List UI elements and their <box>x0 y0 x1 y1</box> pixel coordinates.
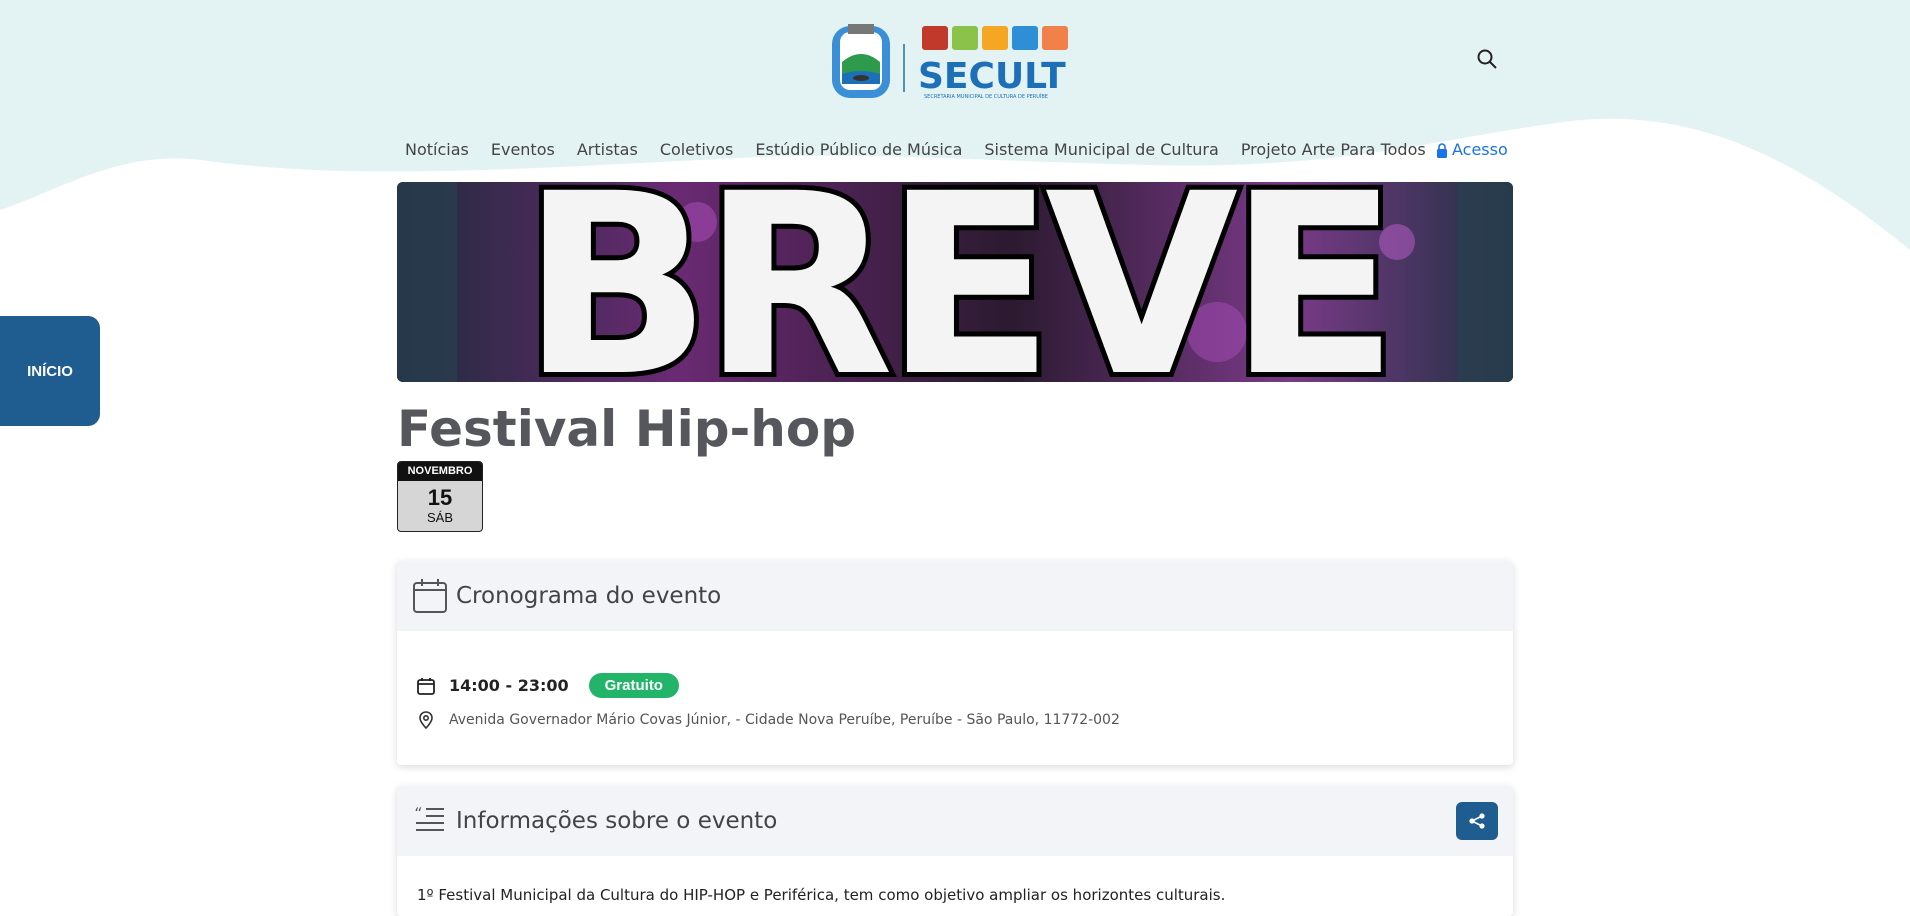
nav-projeto-arte[interactable]: Projeto Arte Para Todos <box>1230 138 1437 162</box>
date-weekday: SÁB <box>426 510 453 525</box>
acesso-label: Acesso <box>1452 140 1508 159</box>
info-heading: Informações sobre o evento <box>456 808 778 834</box>
schedule-address-row: Avenida Governador Mário Covas Júnior, -… <box>417 711 1120 729</box>
event-banner: BREVE <box>397 182 1513 382</box>
search-icon[interactable] <box>1476 48 1498 70</box>
nav-eventos[interactable]: Eventos <box>480 138 566 162</box>
share-icon <box>1469 813 1485 829</box>
svg-text:“: “ <box>414 804 422 823</box>
secult-logo[interactable]: SECULT SECRETARIA MUNICIPAL DE CULTURA D… <box>830 22 1080 106</box>
info-header: “ Informações sobre o evento <box>397 786 1513 856</box>
price-badge: Gratuito <box>588 673 679 698</box>
date-day: 15 <box>427 485 453 510</box>
nav-estudio-publico[interactable]: Estúdio Público de Música <box>744 138 973 162</box>
event-address[interactable]: Avenida Governador Mário Covas Júnior, -… <box>449 712 1120 728</box>
schedule-card: Cronograma do evento 14:00 - 23:00 Gratu… <box>397 561 1513 765</box>
inicio-label: INÍCIO <box>27 362 73 380</box>
info-card: “ Informações sobre o evento 1º Festival… <box>397 786 1513 916</box>
nav-sistema-municipal[interactable]: Sistema Municipal de Cultura <box>973 138 1229 162</box>
schedule-header: Cronograma do evento <box>397 561 1513 631</box>
nav-coletivos[interactable]: Coletivos <box>649 138 745 162</box>
main-nav: Notícias Eventos Artistas Coletivos Estú… <box>397 138 1437 162</box>
crest-icon <box>832 24 890 98</box>
svg-text:BREVE: BREVE <box>521 182 1389 382</box>
inicio-tab[interactable]: INÍCIO <box>0 316 100 426</box>
date-month: NOVEMBRO <box>398 462 482 481</box>
text-quote-icon: “ <box>414 804 444 831</box>
event-time: 14:00 - 23:00 <box>449 676 569 695</box>
calendar-icon <box>413 579 447 613</box>
location-pin-icon <box>419 711 433 729</box>
schedule-heading: Cronograma do evento <box>456 583 722 609</box>
event-title: Festival Hip-hop <box>397 400 856 458</box>
schedule-time-row: 14:00 - 23:00 Gratuito <box>417 673 679 698</box>
nav-noticias[interactable]: Notícias <box>397 138 480 162</box>
acesso-link[interactable]: Acesso <box>1436 138 1508 162</box>
event-date-badge: NOVEMBRO 15 SÁB <box>397 461 483 532</box>
share-button[interactable] <box>1456 802 1498 840</box>
lock-icon <box>1437 142 1447 158</box>
nav-artistas[interactable]: Artistas <box>566 138 649 162</box>
svg-text:SECULT: SECULT <box>918 56 1066 97</box>
event-description: 1º Festival Municipal da Cultura do HIP-… <box>417 886 1226 904</box>
calendar-small-icon <box>417 677 435 695</box>
svg-text:SECRETARIA MUNICIPAL DE CULTUR: SECRETARIA MUNICIPAL DE CULTURA DE PERUÍ… <box>924 93 1048 100</box>
